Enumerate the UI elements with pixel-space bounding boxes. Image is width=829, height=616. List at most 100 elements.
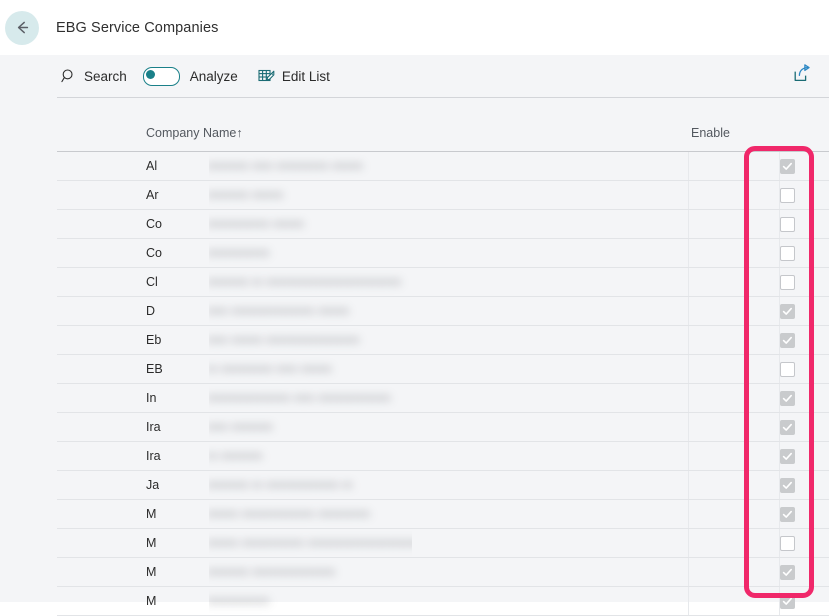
- table-row[interactable]: Ira mm mmmm: [57, 413, 829, 442]
- cell-company-name: Co: [146, 246, 162, 260]
- table-row[interactable]: Co mmmmmm mmm: [57, 210, 829, 239]
- table-row[interactable]: Mmmm mmmmmmm mmmmm: [57, 500, 829, 529]
- cell-enable: [757, 326, 817, 354]
- enable-checkbox-unchecked[interactable]: [779, 361, 795, 377]
- table-row[interactable]: EB m mmmmm mm mmm: [57, 355, 829, 384]
- table-row[interactable]: Ira m mmmm: [57, 442, 829, 471]
- enable-checkbox-checked[interactable]: [779, 593, 795, 609]
- analyze-toggle[interactable]: Analyze: [142, 61, 238, 91]
- enable-checkbox-checked[interactable]: [779, 448, 795, 464]
- redacted-company-name: m mmmm: [209, 442, 412, 470]
- column-separator: [688, 587, 689, 615]
- enable-checkbox-checked[interactable]: [779, 303, 795, 319]
- companies-table: Company Name↑ Enable Al mmmm mm mmmmm mmm…: [0, 98, 829, 616]
- table-body: Al mmmm mm mmmmm mmm Ar mmmm mmm Co mmmmmm mm…: [0, 152, 829, 616]
- redacted-company-name: mm mmmm: [209, 413, 412, 441]
- search-button[interactable]: Search: [57, 61, 131, 91]
- cell-company-name: M: [146, 507, 157, 521]
- redacted-company-name: mmmmmm: [209, 587, 412, 615]
- column-separator: [688, 210, 689, 238]
- cell-enable: [757, 355, 817, 383]
- title-bar: EBG Service Companies: [0, 0, 829, 55]
- enable-checkbox-checked[interactable]: [779, 390, 795, 406]
- enable-checkbox-unchecked[interactable]: [779, 216, 795, 232]
- redacted-company-name-text: mmmmmmmm mm mmmmmmm: [209, 391, 391, 405]
- analyze-switch-knob: [145, 69, 155, 79]
- redacted-company-name: mmmmmmmm mm mmmmmmm: [209, 384, 412, 412]
- enable-checkbox-checked[interactable]: [779, 158, 795, 174]
- table-row[interactable]: Mmmmm mmmmmmmm: [57, 558, 829, 587]
- redacted-company-name-text: mmmmmm: [209, 594, 270, 608]
- redacted-company-name-text: mm mmmm: [209, 420, 273, 434]
- cell-enable: [757, 558, 817, 586]
- column-separator: [688, 529, 689, 557]
- search-label: Search: [84, 68, 127, 84]
- column-separator: [688, 239, 689, 267]
- cell-company-name: Ira: [146, 449, 161, 463]
- enable-checkbox-checked[interactable]: [779, 419, 795, 435]
- cell-enable: [757, 471, 817, 499]
- cell-company-name: Ira: [146, 420, 161, 434]
- cell-enable: [757, 239, 817, 267]
- column-separator: [688, 471, 689, 499]
- table-row[interactable]: Cl mmmm m mmmmmmmmmmmmm: [57, 268, 829, 297]
- redacted-company-name: mmmm m mmmmmmmmmmmmm: [209, 268, 412, 296]
- column-separator: [688, 326, 689, 354]
- column-separator: [688, 181, 689, 209]
- column-header-company-name-label: Company Name: [146, 126, 237, 140]
- table-row[interactable]: Al mmmm mm mmmmm mmm: [57, 152, 829, 181]
- table-row[interactable]: Eb mm mmm mmmmmmmmm: [57, 326, 829, 355]
- sort-ascending-icon: ↑: [236, 126, 243, 140]
- page-body: Search Analyze Edit List Company Name↑ E…: [0, 55, 829, 616]
- redacted-company-name-text: mm mmmmmmmm mmm: [209, 304, 350, 318]
- cell-enable: [757, 210, 817, 238]
- cell-enable: [757, 587, 817, 615]
- table-row[interactable]: Mmmm mmmmmm mmmmmmmmmmm: [57, 529, 829, 558]
- enable-checkbox-unchecked[interactable]: [779, 187, 795, 203]
- enable-checkbox-checked[interactable]: [779, 506, 795, 522]
- redacted-company-name: mmmm mmm: [209, 181, 412, 209]
- enable-checkbox-unchecked[interactable]: [779, 274, 795, 290]
- table-row[interactable]: Dmm mmmmmmmm mmm: [57, 297, 829, 326]
- cell-enable: [757, 297, 817, 325]
- cell-company-name: EB: [146, 362, 163, 376]
- redacted-company-name-text: mm mmm mmmmmmmmm: [209, 333, 360, 347]
- analyze-switch[interactable]: [142, 66, 180, 86]
- cell-company-name: M: [146, 536, 157, 550]
- cell-company-name: M: [146, 594, 157, 608]
- share-button[interactable]: [789, 63, 815, 89]
- column-header-enable[interactable]: Enable: [691, 126, 730, 140]
- enable-checkbox-checked[interactable]: [779, 564, 795, 580]
- table-row[interactable]: Ja mmmm m mmmmmmm m: [57, 471, 829, 500]
- arrow-left-icon: [13, 18, 32, 37]
- cell-enable: [757, 442, 817, 470]
- redacted-company-name: mmmmmm mmm: [209, 210, 412, 238]
- column-separator: [688, 268, 689, 296]
- cell-company-name: Ar: [146, 188, 159, 202]
- column-header-company-name[interactable]: Company Name↑: [146, 126, 243, 140]
- cell-enable: [757, 152, 817, 180]
- enable-checkbox-unchecked[interactable]: [779, 245, 795, 261]
- column-separator: [688, 442, 689, 470]
- cell-company-name: Cl: [146, 275, 158, 289]
- toolbar-right-actions: [789, 63, 815, 89]
- redacted-company-name-text: m mmmm: [209, 449, 263, 463]
- redacted-company-name: mmmmmm: [209, 239, 412, 267]
- table-row[interactable]: Co mmmmmm: [57, 239, 829, 268]
- redacted-company-name: mmmm mmmmmmmm: [209, 558, 412, 586]
- enable-checkbox-checked[interactable]: [779, 332, 795, 348]
- redacted-company-name: mm mmmmmmmm mmm: [209, 297, 412, 325]
- redacted-company-name-text: mmmm m mmmmmmm m: [209, 478, 353, 492]
- redacted-company-name-text: mmmmmm mmm: [209, 217, 305, 231]
- cell-enable: [757, 384, 817, 412]
- enable-checkbox-checked[interactable]: [779, 477, 795, 493]
- table-row[interactable]: In mmmmmmmm mm mmmmmmm: [57, 384, 829, 413]
- back-button[interactable]: [5, 10, 39, 45]
- column-separator: [688, 384, 689, 412]
- table-row[interactable]: Ar mmmm mmm: [57, 181, 829, 210]
- enable-checkbox-unchecked[interactable]: [779, 535, 795, 551]
- cell-enable: [757, 529, 817, 557]
- edit-list-button[interactable]: Edit List: [254, 61, 334, 91]
- column-separator: [688, 413, 689, 441]
- cell-company-name: Co: [146, 217, 162, 231]
